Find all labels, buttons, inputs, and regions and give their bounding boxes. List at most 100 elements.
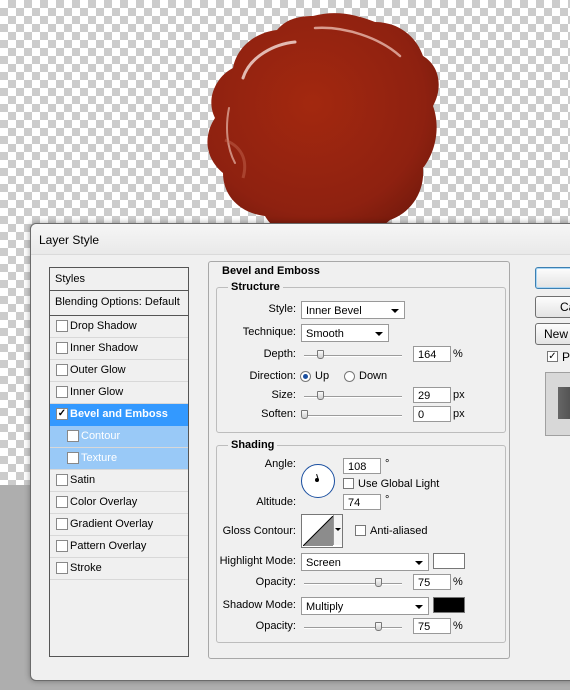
style-item-inner-glow[interactable]: Inner Glow: [50, 382, 188, 404]
depth-slider-thumb[interactable]: [317, 350, 324, 359]
shadow-opacity-input[interactable]: 75: [413, 618, 451, 634]
soften-input[interactable]: 0: [413, 406, 451, 422]
shadow-opacity-value: 75: [418, 621, 431, 633]
shadow-mode-value: Multiply: [306, 601, 344, 613]
shadow-color-swatch[interactable]: [433, 597, 465, 613]
angle-dial[interactable]: [301, 464, 335, 498]
blending-options-item[interactable]: Blending Options: Default: [50, 291, 188, 316]
depth-unit: %: [453, 348, 463, 360]
soften-slider-thumb[interactable]: [301, 410, 308, 419]
chevron-down-icon: [415, 561, 423, 565]
size-slider-thumb[interactable]: [317, 391, 324, 400]
highlight-opacity-unit: %: [453, 576, 463, 588]
style-item-checkbox[interactable]: [56, 496, 68, 508]
direction-down-radio[interactable]: [344, 371, 355, 382]
depth-input[interactable]: 164: [413, 346, 451, 362]
style-item-checkbox[interactable]: [56, 386, 68, 398]
soften-slider[interactable]: [304, 415, 402, 417]
checkmark-icon: ✓: [548, 351, 557, 362]
style-item-label: Bevel and Emboss: [70, 408, 168, 420]
style-item-texture[interactable]: Texture: [50, 448, 188, 470]
size-input[interactable]: 29: [413, 387, 451, 403]
preview-checkbox[interactable]: ✓: [547, 351, 558, 362]
style-item-checkbox[interactable]: ✓: [56, 408, 68, 420]
style-item-outer-glow[interactable]: Outer Glow: [50, 360, 188, 382]
highlight-mode-value: Screen: [306, 557, 341, 569]
style-dropdown[interactable]: Inner Bevel: [301, 301, 405, 319]
style-item-pattern-overlay[interactable]: Pattern Overlay: [50, 536, 188, 558]
direction-up-radio[interactable]: [300, 371, 311, 382]
styles-header-label: Styles: [55, 273, 85, 285]
highlight-mode-label: Highlight Mode:: [219, 555, 296, 567]
style-item-color-overlay[interactable]: Color Overlay: [50, 492, 188, 514]
technique-dropdown[interactable]: Smooth: [301, 324, 389, 342]
style-item-bevel-and-emboss[interactable]: ✓ Bevel and Emboss: [50, 404, 188, 426]
shadow-mode-label: Shadow Mode:: [222, 599, 296, 611]
shadow-opacity-label: Opacity:: [255, 620, 296, 632]
style-label: Style:: [268, 303, 296, 315]
size-label: Size:: [271, 389, 296, 401]
style-item-checkbox[interactable]: [56, 562, 68, 574]
shadow-opacity-slider[interactable]: [304, 627, 402, 629]
gloss-contour-label: Gloss Contour:: [222, 525, 296, 537]
style-item-label: Pattern Overlay: [70, 540, 147, 552]
altitude-input[interactable]: 74: [343, 494, 381, 510]
chevron-down-icon: [415, 605, 423, 609]
style-item-checkbox[interactable]: [67, 430, 79, 442]
style-item-checkbox[interactable]: [67, 452, 79, 464]
wax-seal-image: [207, 13, 439, 254]
style-item-checkbox[interactable]: [56, 364, 68, 376]
gloss-dropdown-toggle[interactable]: [333, 515, 342, 545]
highlight-color-swatch[interactable]: [433, 553, 465, 569]
style-item-inner-shadow[interactable]: Inner Shadow: [50, 338, 188, 360]
size-unit: px: [453, 389, 465, 401]
style-item-checkbox[interactable]: [56, 540, 68, 552]
styles-header[interactable]: Styles: [50, 268, 188, 291]
shadow-mode-dropdown[interactable]: Multiply: [301, 597, 429, 615]
depth-value: 164: [418, 349, 437, 361]
style-dropdown-value: Inner Bevel: [306, 305, 362, 317]
soften-unit: px: [453, 408, 465, 420]
style-item-label: Inner Shadow: [70, 342, 138, 354]
style-item-checkbox[interactable]: [56, 342, 68, 354]
style-item-label: Gradient Overlay: [70, 518, 154, 530]
highlight-mode-dropdown[interactable]: Screen: [301, 553, 429, 571]
angle-value: 108: [348, 461, 367, 473]
highlight-opacity-thumb[interactable]: [375, 578, 382, 587]
style-item-checkbox[interactable]: [56, 474, 68, 486]
angle-unit: °: [385, 458, 390, 470]
shading-title: Shading: [228, 439, 278, 451]
shadow-opacity-thumb[interactable]: [375, 622, 382, 631]
style-item-stroke[interactable]: Stroke: [50, 558, 188, 580]
dialog-titlebar[interactable]: Layer Style: [31, 224, 570, 255]
style-item-checkbox[interactable]: [56, 320, 68, 332]
style-item-contour[interactable]: Contour: [50, 426, 188, 448]
altitude-unit: °: [385, 494, 390, 506]
style-item-label: Outer Glow: [70, 364, 126, 376]
chevron-down-icon: [375, 332, 383, 336]
shadow-opacity-unit: %: [453, 620, 463, 632]
size-value: 29: [418, 390, 431, 402]
depth-label: Depth:: [263, 348, 296, 360]
angle-label: Angle:: [264, 458, 296, 470]
gloss-contour-picker[interactable]: [301, 514, 343, 548]
preview-swatch: [558, 387, 570, 419]
soften-value: 0: [418, 409, 425, 421]
cancel-button-label: Ca: [560, 300, 570, 314]
use-global-light-checkbox[interactable]: [343, 478, 354, 489]
angle-input[interactable]: 108: [343, 458, 381, 474]
anti-aliased-label: Anti-aliased: [370, 525, 428, 537]
style-item-satin[interactable]: Satin: [50, 470, 188, 492]
style-item-gradient-overlay[interactable]: Gradient Overlay: [50, 514, 188, 536]
cancel-button[interactable]: Ca: [535, 296, 570, 318]
style-item-drop-shadow[interactable]: Drop Shadow: [50, 316, 188, 338]
highlight-opacity-value: 75: [418, 577, 431, 589]
direction-down-label: Down: [359, 370, 388, 382]
ok-button[interactable]: [535, 267, 570, 289]
highlight-opacity-slider[interactable]: [304, 583, 402, 585]
new-style-button[interactable]: New: [535, 323, 570, 345]
highlight-opacity-input[interactable]: 75: [413, 574, 451, 590]
anti-aliased-checkbox[interactable]: [355, 525, 366, 536]
style-item-checkbox[interactable]: [56, 518, 68, 530]
style-item-label: Inner Glow: [70, 386, 124, 398]
